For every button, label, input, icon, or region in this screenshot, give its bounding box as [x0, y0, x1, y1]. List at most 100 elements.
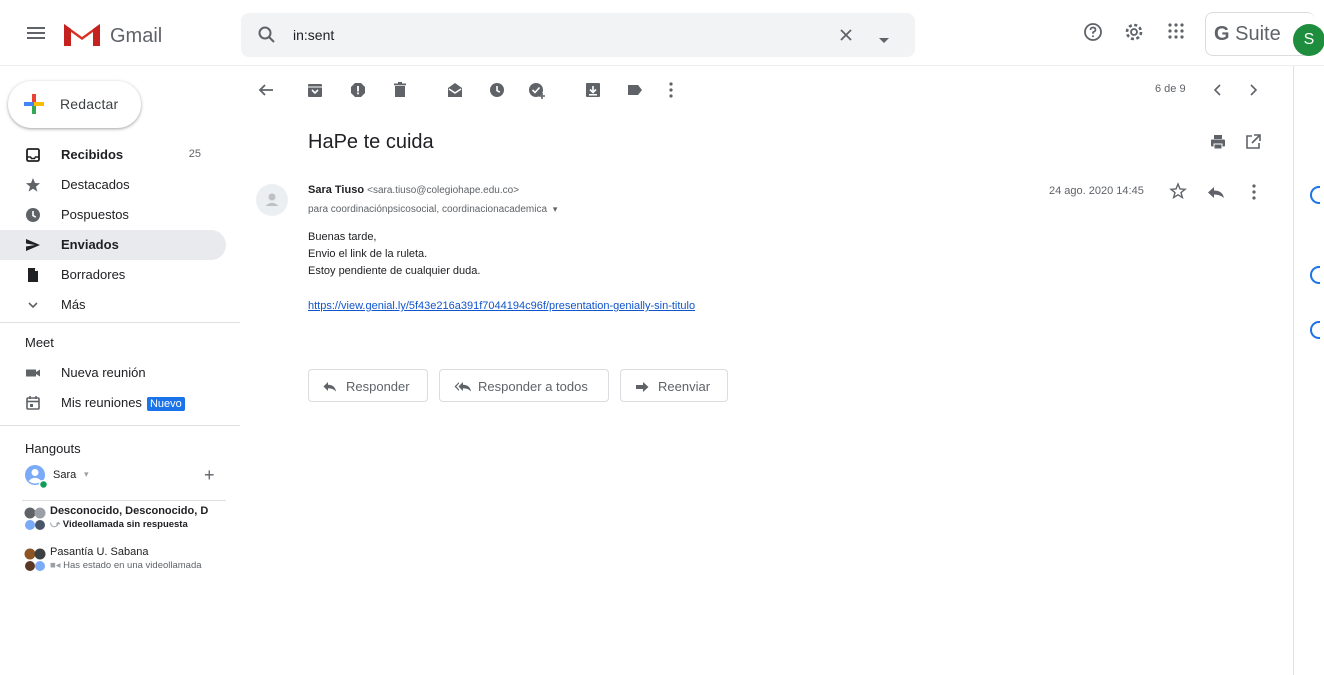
sidebar-item-inbox[interactable]: Recibidos 25 [0, 140, 226, 170]
sidebar-item-label: Enviados [61, 237, 119, 252]
settings-gear-icon[interactable] [1124, 22, 1144, 47]
genially-link[interactable]: https://view.genial.ly/5f43e216a391f7044… [308, 300, 695, 312]
search-input[interactable] [293, 24, 813, 46]
meet-my-meetings[interactable]: Mis reuniones Nuevo [0, 388, 226, 418]
video-icon: ■◂ [50, 560, 64, 571]
report-spam-icon[interactable] [348, 80, 368, 100]
compose-label: Redactar [60, 96, 119, 112]
inbox-count: 25 [188, 148, 201, 160]
email-date: 24 ago. 2020 14:45 [1049, 185, 1144, 197]
reply-button[interactable]: Responder [308, 369, 428, 402]
reply-icon[interactable] [1206, 182, 1226, 202]
star-icon [25, 177, 41, 193]
sidebar-item-label: Borradores [61, 267, 126, 282]
gsuite-label: Suite [1235, 23, 1281, 45]
star-outline-icon[interactable] [1169, 182, 1189, 202]
calendar-addon-icon[interactable] [1310, 186, 1320, 204]
compose-button[interactable]: Redactar [8, 81, 141, 128]
hangouts-conversation[interactable]: Desconocido, Desconocido, D ⤻ Videollama… [24, 505, 234, 539]
sidebar-item-snoozed[interactable]: Pospuestos [0, 200, 226, 230]
conversation-name: Desconocido, Desconocido, D [50, 505, 209, 517]
pagination-count: 6 de 9 [1155, 83, 1186, 95]
body-line: Envio el link de la ruleta. [308, 248, 428, 260]
tasks-addon-icon[interactable] [1310, 321, 1320, 339]
forward-label: Reenviar [658, 379, 711, 394]
forward-button[interactable]: Reenviar [620, 369, 728, 402]
reply-all-button[interactable]: Responder a todos [439, 369, 609, 402]
user-dropdown-icon[interactable]: ▾ [84, 469, 89, 480]
search-options-icon[interactable] [879, 31, 889, 49]
meet-title: Meet [25, 335, 54, 350]
message-more-vert-icon[interactable] [1244, 182, 1264, 202]
chevron-right-icon[interactable] [1243, 80, 1263, 100]
label-tag-icon[interactable] [625, 80, 645, 100]
meet-new-meeting[interactable]: Nueva reunión [0, 358, 226, 388]
gmail-logo-icon[interactable] [62, 20, 102, 53]
sidebar-item-sent[interactable]: Enviados [0, 230, 226, 260]
reply-all-icon [454, 380, 472, 398]
body-line: Estoy pendiente de cualquier duda. [308, 265, 481, 277]
mark-unread-icon[interactable] [445, 80, 465, 100]
chevron-down-icon [25, 297, 41, 313]
user-avatar-icon [24, 464, 49, 495]
clear-search-icon[interactable] [837, 26, 855, 49]
hangouts-title: Hangouts [25, 441, 81, 456]
email-subject: HaPe te cuida [308, 131, 434, 153]
conversation-name: Pasantía U. Sabana [50, 546, 149, 558]
body-line: Buenas tarde, [308, 231, 377, 243]
calendar-icon [25, 395, 41, 411]
group-avatar-icon [24, 506, 48, 537]
side-panel [1293, 66, 1324, 675]
help-icon[interactable] [1083, 22, 1103, 47]
sidebar-item-starred[interactable]: Destacados [0, 170, 226, 200]
more-vert-icon[interactable] [661, 80, 681, 100]
sidebar-item-drafts[interactable]: Borradores [0, 260, 226, 290]
missed-call-icon: ⤻ [50, 519, 63, 530]
account-avatar[interactable]: S [1293, 24, 1324, 56]
keep-addon-icon[interactable] [1310, 266, 1320, 284]
hangouts-divider [22, 500, 226, 501]
sidebar-item-more[interactable]: Más [0, 290, 226, 320]
search-icon[interactable] [257, 25, 277, 50]
sidebar-item-label: Más [61, 297, 86, 312]
gsuite-g: G [1214, 23, 1230, 45]
add-task-icon[interactable] [527, 80, 547, 100]
conversation-status: ■◂ Has estado en una videollamada [50, 560, 202, 571]
print-icon[interactable] [1208, 132, 1228, 152]
search-bar [241, 13, 915, 57]
show-details-icon[interactable]: ▾ [553, 204, 558, 214]
snooze-clock-icon[interactable] [487, 80, 507, 100]
new-badge: Nuevo [146, 397, 185, 411]
archive-icon[interactable] [305, 80, 325, 100]
apps-grid-icon[interactable] [1167, 22, 1185, 45]
sidebar-item-label: Recibidos [61, 147, 124, 162]
move-to-icon[interactable] [583, 80, 603, 100]
group-avatar-icon [24, 547, 48, 578]
sidebar-divider [0, 322, 240, 323]
chevron-left-icon[interactable] [1208, 80, 1228, 100]
trash-icon[interactable] [390, 80, 410, 100]
sidebar-divider [0, 425, 240, 426]
hangouts-user[interactable]: Sara ▾ + [24, 464, 234, 490]
send-icon [25, 237, 41, 253]
back-arrow-icon[interactable] [256, 80, 276, 100]
forward-icon [635, 380, 649, 398]
hangouts-conversation[interactable]: Pasantía U. Sabana ■◂ Has estado en una … [24, 546, 234, 580]
inbox-icon [25, 147, 41, 163]
reply-icon [323, 380, 337, 398]
reply-all-label: Responder a todos [478, 379, 588, 394]
sender-name[interactable]: Sara Tiuso [308, 184, 364, 196]
draft-file-icon [25, 267, 41, 283]
recipients-line: para coordinaciónpsicosocial, coordinaci… [308, 204, 557, 215]
app-name: Gmail [110, 25, 163, 47]
sidebar-item-label: Pospuestos [61, 207, 129, 222]
sender-email: <sara.tiuso@colegiohape.edu.co> [367, 185, 520, 196]
clock-icon [25, 207, 41, 223]
hangouts-user-name: Sara [53, 469, 77, 481]
main-menu-icon[interactable] [24, 21, 48, 45]
new-meeting-label: Nueva reunión [61, 365, 146, 380]
sender-avatar[interactable] [256, 184, 288, 216]
top-bar: Gmail G Suite S [0, 0, 1324, 66]
new-conversation-icon[interactable]: + [204, 465, 215, 486]
open-new-window-icon[interactable] [1243, 132, 1263, 152]
